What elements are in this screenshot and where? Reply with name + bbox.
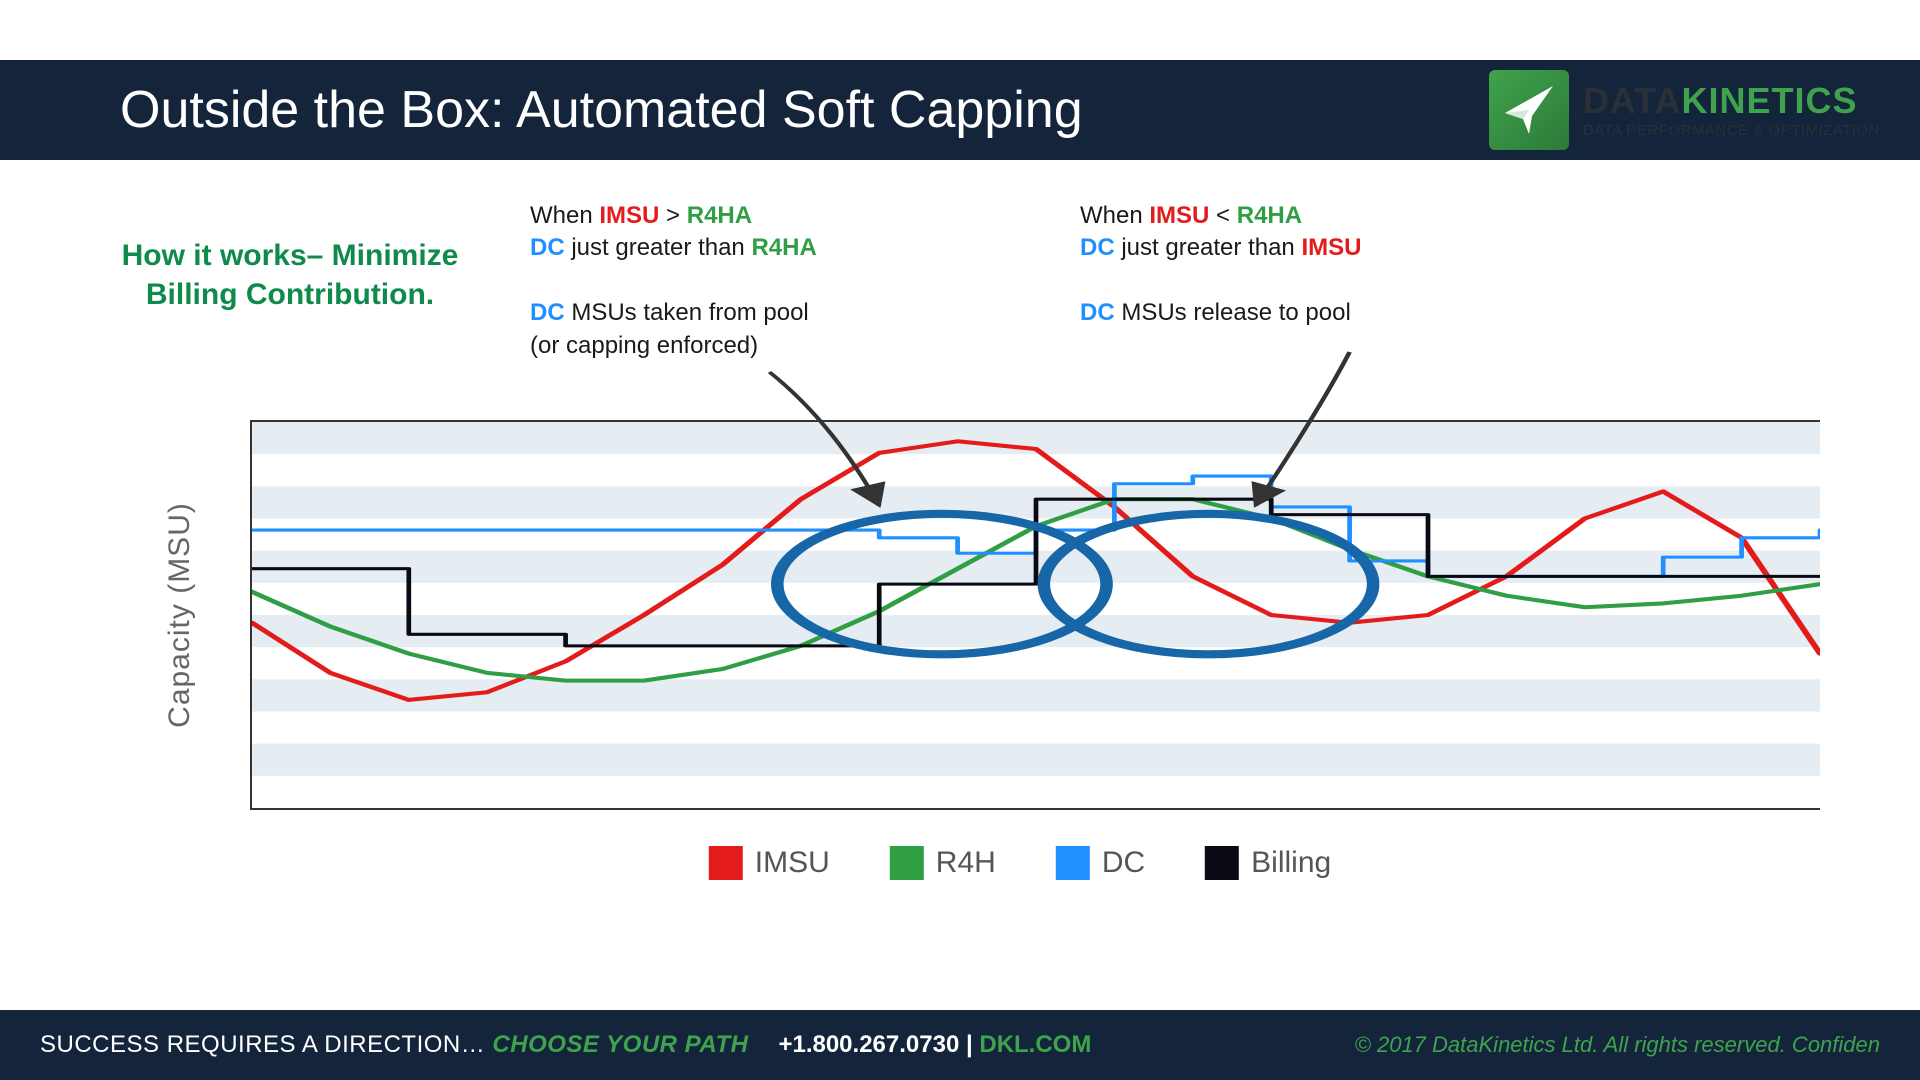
footer-choose: CHOOSE YOUR PATH xyxy=(492,1031,748,1058)
ann-dc: DC xyxy=(1080,299,1115,326)
legend-item: Billing xyxy=(1205,846,1331,880)
legend-item: DC xyxy=(1056,846,1145,880)
legend-swatch xyxy=(1056,846,1090,880)
logo-word-kinetics: KINETICS xyxy=(1681,80,1857,121)
footer-sep: | xyxy=(959,1031,979,1058)
ann-imsu: IMSU xyxy=(1149,202,1209,229)
ann-text: > xyxy=(659,202,686,229)
footer-bar: SUCCESS REQUIRES A DIRECTION… CHOOSE YOU… xyxy=(0,1010,1920,1080)
ann-dc: DC xyxy=(530,299,565,326)
legend-label: R4H xyxy=(936,846,996,880)
page-title: Outside the Box: Automated Soft Capping xyxy=(120,80,1489,140)
legend-label: DC xyxy=(1102,846,1145,880)
footer-phone: +1.800.267.0730 xyxy=(778,1031,959,1058)
legend-swatch xyxy=(709,846,743,880)
ann-dc: DC xyxy=(1080,234,1115,261)
content: How it works– Minimize Billing Contribut… xyxy=(100,200,1860,940)
paper-plane-icon xyxy=(1489,70,1569,150)
logo: DATAKINETICS DATA PERFORMANCE & OPTIMIZA… xyxy=(1489,70,1880,150)
ann-text: When xyxy=(530,202,599,229)
ann-text: MSUs taken from pool xyxy=(565,299,809,326)
annotation-right: When IMSU < R4HA DC just greater than IM… xyxy=(1080,200,1500,330)
ann-r4ha: R4HA xyxy=(1237,202,1302,229)
logo-tagline: DATA PERFORMANCE & OPTIMIZATION xyxy=(1583,123,1880,138)
ann-text: (or capping enforced) xyxy=(530,332,758,359)
footer-tagline: SUCCESS REQUIRES A DIRECTION… CHOOSE YOU… xyxy=(40,1031,748,1059)
ann-imsu: IMSU xyxy=(599,202,659,229)
plot-area xyxy=(250,420,1820,810)
subtitle: How it works– Minimize Billing Contribut… xyxy=(100,236,480,314)
logo-text: DATAKINETICS DATA PERFORMANCE & OPTIMIZA… xyxy=(1583,83,1880,138)
y-axis-label: Capacity (MSU) xyxy=(163,502,197,728)
legend-swatch xyxy=(1205,846,1239,880)
chart: Capacity (MSU) IMSUR4HDCBilling xyxy=(220,420,1820,810)
ann-text: just greater than xyxy=(1115,234,1302,261)
legend-swatch xyxy=(890,846,924,880)
legend-item: R4H xyxy=(890,846,996,880)
footer-copyright: © 2017 DataKinetics Ltd. All rights rese… xyxy=(1355,1032,1880,1058)
footer-site: DKL.COM xyxy=(979,1031,1091,1058)
ann-dc: DC xyxy=(530,234,565,261)
ann-text: < xyxy=(1209,202,1236,229)
ann-r4ha: R4HA xyxy=(687,202,752,229)
footer-contact: +1.800.267.0730 | DKL.COM xyxy=(778,1031,1091,1059)
ann-text: just greater than xyxy=(565,234,752,261)
legend-item: IMSU xyxy=(709,846,830,880)
ann-imsu: IMSU xyxy=(1301,234,1361,261)
legend-label: Billing xyxy=(1251,846,1331,880)
legend-label: IMSU xyxy=(755,846,830,880)
legend: IMSU R4H DC Billing xyxy=(709,846,1331,880)
annotation-left: When IMSU > R4HA DC just greater than R4… xyxy=(530,200,950,362)
ann-r4ha: R4HA xyxy=(751,234,816,261)
header-bar: Outside the Box: Automated Soft Capping … xyxy=(0,60,1920,160)
ann-text: MSUs release to pool xyxy=(1115,299,1351,326)
ann-text: When xyxy=(1080,202,1149,229)
footer-text: SUCCESS REQUIRES A DIRECTION… xyxy=(40,1031,492,1058)
logo-word-data: DATA xyxy=(1583,80,1682,121)
